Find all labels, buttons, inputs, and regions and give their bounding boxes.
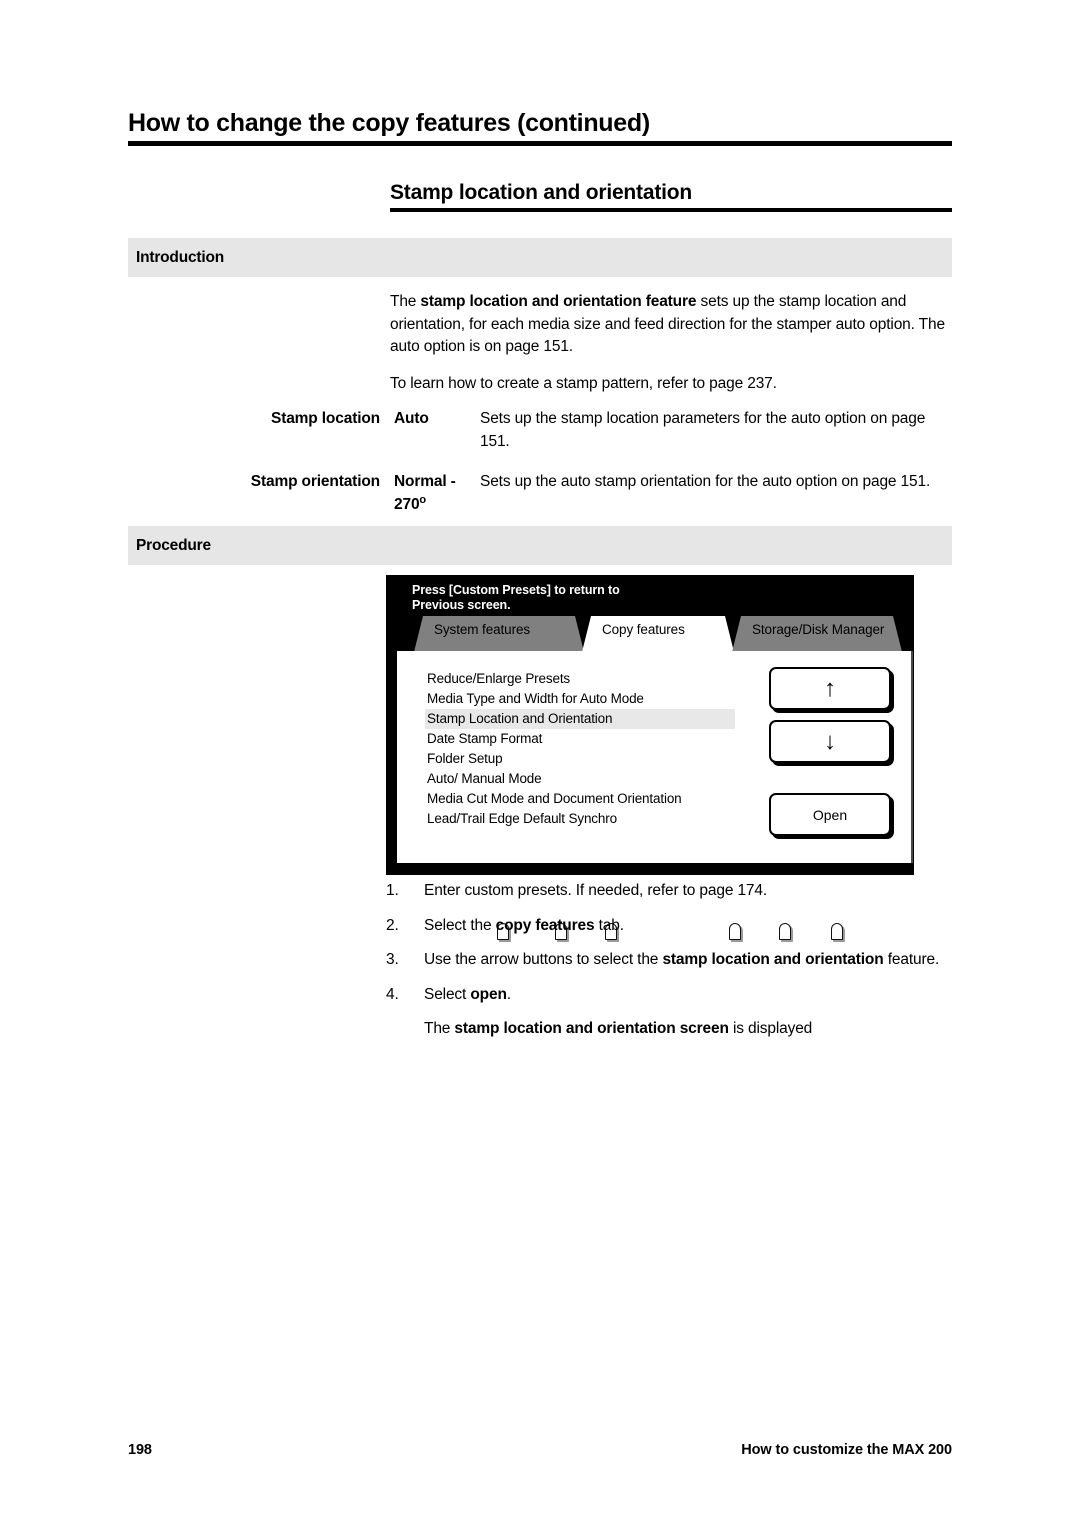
step-text-plain-1: Select xyxy=(424,985,471,1003)
step-number: 1. xyxy=(386,882,399,899)
menu-item-selected[interactable]: Stamp Location and Orientation xyxy=(425,709,735,729)
running-head: How to change the copy features (continu… xyxy=(128,108,952,146)
device-status-message: Press [Custom Presets] to return to Prev… xyxy=(412,583,620,613)
step-item: 4. Select open. xyxy=(386,984,952,1007)
menu-item[interactable]: Lead/Trail Edge Default Synchro xyxy=(425,809,735,829)
step-text-plain-1: Select the xyxy=(424,916,496,934)
arrow-up-icon: ↑ xyxy=(824,674,836,702)
definition-row-stamp-orientation: Stamp orientation Normal - 270o Sets up … xyxy=(128,471,952,516)
screen-content-panel: Reduce/Enlarge Presets Media Type and Wi… xyxy=(397,651,913,940)
step-text: Use the arrow buttons to select the stam… xyxy=(424,949,952,972)
introduction-paragraph-2: To learn how to create a stamp pattern, … xyxy=(390,374,777,392)
section-rule xyxy=(390,208,952,212)
footer-page-number: 198 xyxy=(128,1442,152,1458)
step-text: Enter custom presets. If needed, refer t… xyxy=(424,880,952,903)
step-number: 3. xyxy=(386,951,399,968)
step-text: Select open. xyxy=(424,984,952,1007)
step-text-bold: open xyxy=(470,985,507,1003)
document-page: How to change the copy features (continu… xyxy=(0,0,1080,1528)
section-title: Stamp location and orientation xyxy=(390,181,693,204)
result-plain-2: is displayed xyxy=(728,1020,813,1037)
tab-copy-features[interactable]: Copy features xyxy=(582,616,734,652)
tab-system-features-label: System features xyxy=(434,622,531,637)
step-text-plain-2: feature. xyxy=(883,951,940,968)
feature-menu-list: Reduce/Enlarge Presets Media Type and Wi… xyxy=(425,669,735,829)
menu-item[interactable]: Media Type and Width for Auto Mode xyxy=(425,689,735,709)
introduction-body: The stamp location and orientation featu… xyxy=(390,291,952,395)
step-item: 1. Enter custom presets. If needed, refe… xyxy=(386,880,952,903)
step-number: 4. xyxy=(386,985,399,1003)
definition-value: Auto xyxy=(394,410,429,427)
menu-item[interactable]: Auto/ Manual Mode xyxy=(425,769,735,789)
device-status-message-line-2: Previous screen. xyxy=(412,598,511,612)
menu-item[interactable]: Date Stamp Format xyxy=(425,729,735,749)
step-item: 2. Select the copy features tab. xyxy=(386,915,952,938)
page-footer: 198 How to customize the MAX 200 xyxy=(128,1442,952,1458)
tab-copy-features-label: Copy features xyxy=(602,622,685,637)
procedure-label: Procedure xyxy=(136,537,211,554)
open-button[interactable]: Open xyxy=(769,793,891,836)
definition-value: Normal - 270o xyxy=(380,471,480,516)
result-bold: stamp location and orientation screen xyxy=(454,1020,729,1037)
tab-storage-disk-manager-label: Storage/Disk Manager xyxy=(752,622,885,637)
scroll-down-button[interactable]: ↓ xyxy=(769,720,891,763)
step-text-plain-2: tab. xyxy=(594,916,624,934)
definition-description: Sets up the stamp location parameters fo… xyxy=(480,410,926,450)
definition-description: Sets up the auto stamp orientation for t… xyxy=(480,473,931,490)
degree-symbol: o xyxy=(419,493,426,506)
running-head-rule xyxy=(128,141,952,146)
intro-p1-prefix: The xyxy=(390,293,421,310)
section-heading: Stamp location and orientation xyxy=(390,180,952,212)
result-plain-1: The xyxy=(424,1020,455,1037)
step-text-bold: copy features xyxy=(495,916,595,934)
step-text-plain-1: Enter custom presets. If needed, refer t… xyxy=(424,882,768,899)
step-item: 3. Use the arrow buttons to select the s… xyxy=(386,949,952,972)
procedure-band: Procedure xyxy=(128,526,952,565)
introduction-label: Introduction xyxy=(136,249,224,266)
definition-row-stamp-location: Stamp location Auto Sets up the stamp lo… xyxy=(128,408,952,453)
introduction-band: Introduction xyxy=(128,238,952,277)
definition-term: Stamp location xyxy=(271,410,380,427)
device-status-message-line-1: Press [Custom Presets] to return to xyxy=(412,583,620,597)
menu-item[interactable]: Reduce/Enlarge Presets xyxy=(425,669,735,689)
step-text-plain-1: Use the arrow buttons to select the xyxy=(424,951,663,968)
arrow-down-icon: ↓ xyxy=(824,727,836,755)
introduction-paragraph-1: The stamp location and orientation featu… xyxy=(390,291,952,359)
tab-system-features[interactable]: System features xyxy=(414,616,584,652)
menu-item[interactable]: Media Cut Mode and Document Orientation xyxy=(425,789,735,809)
device-screen-illustration: Press [Custom Presets] to return to Prev… xyxy=(386,575,914,940)
definition-value-line-1: Normal - xyxy=(394,473,456,490)
open-button-label: Open xyxy=(812,806,848,823)
procedure-steps: 1. Enter custom presets. If needed, refe… xyxy=(386,880,952,1041)
tab-strip: System features Copy features Storage/Di… xyxy=(386,616,914,652)
procedure-result: The stamp location and orientation scree… xyxy=(424,1018,952,1041)
definition-term: Stamp orientation xyxy=(250,473,380,490)
definition-value-line-2: 270 xyxy=(394,495,420,513)
step-number: 2. xyxy=(386,916,399,934)
step-text-plain-2: . xyxy=(506,985,511,1003)
scroll-up-button[interactable]: ↑ xyxy=(769,667,891,710)
menu-item[interactable]: Folder Setup xyxy=(425,749,735,769)
running-head-title: How to change the copy features (continu… xyxy=(128,109,650,137)
footer-book-title: How to customize the MAX 200 xyxy=(741,1442,952,1458)
step-text: Select the copy features tab. xyxy=(424,915,952,938)
intro-p1-bold: stamp location and orientation feature xyxy=(420,293,697,310)
tab-storage-disk-manager[interactable]: Storage/Disk Manager xyxy=(732,616,902,652)
step-text-bold: stamp location and orientation xyxy=(662,951,884,968)
